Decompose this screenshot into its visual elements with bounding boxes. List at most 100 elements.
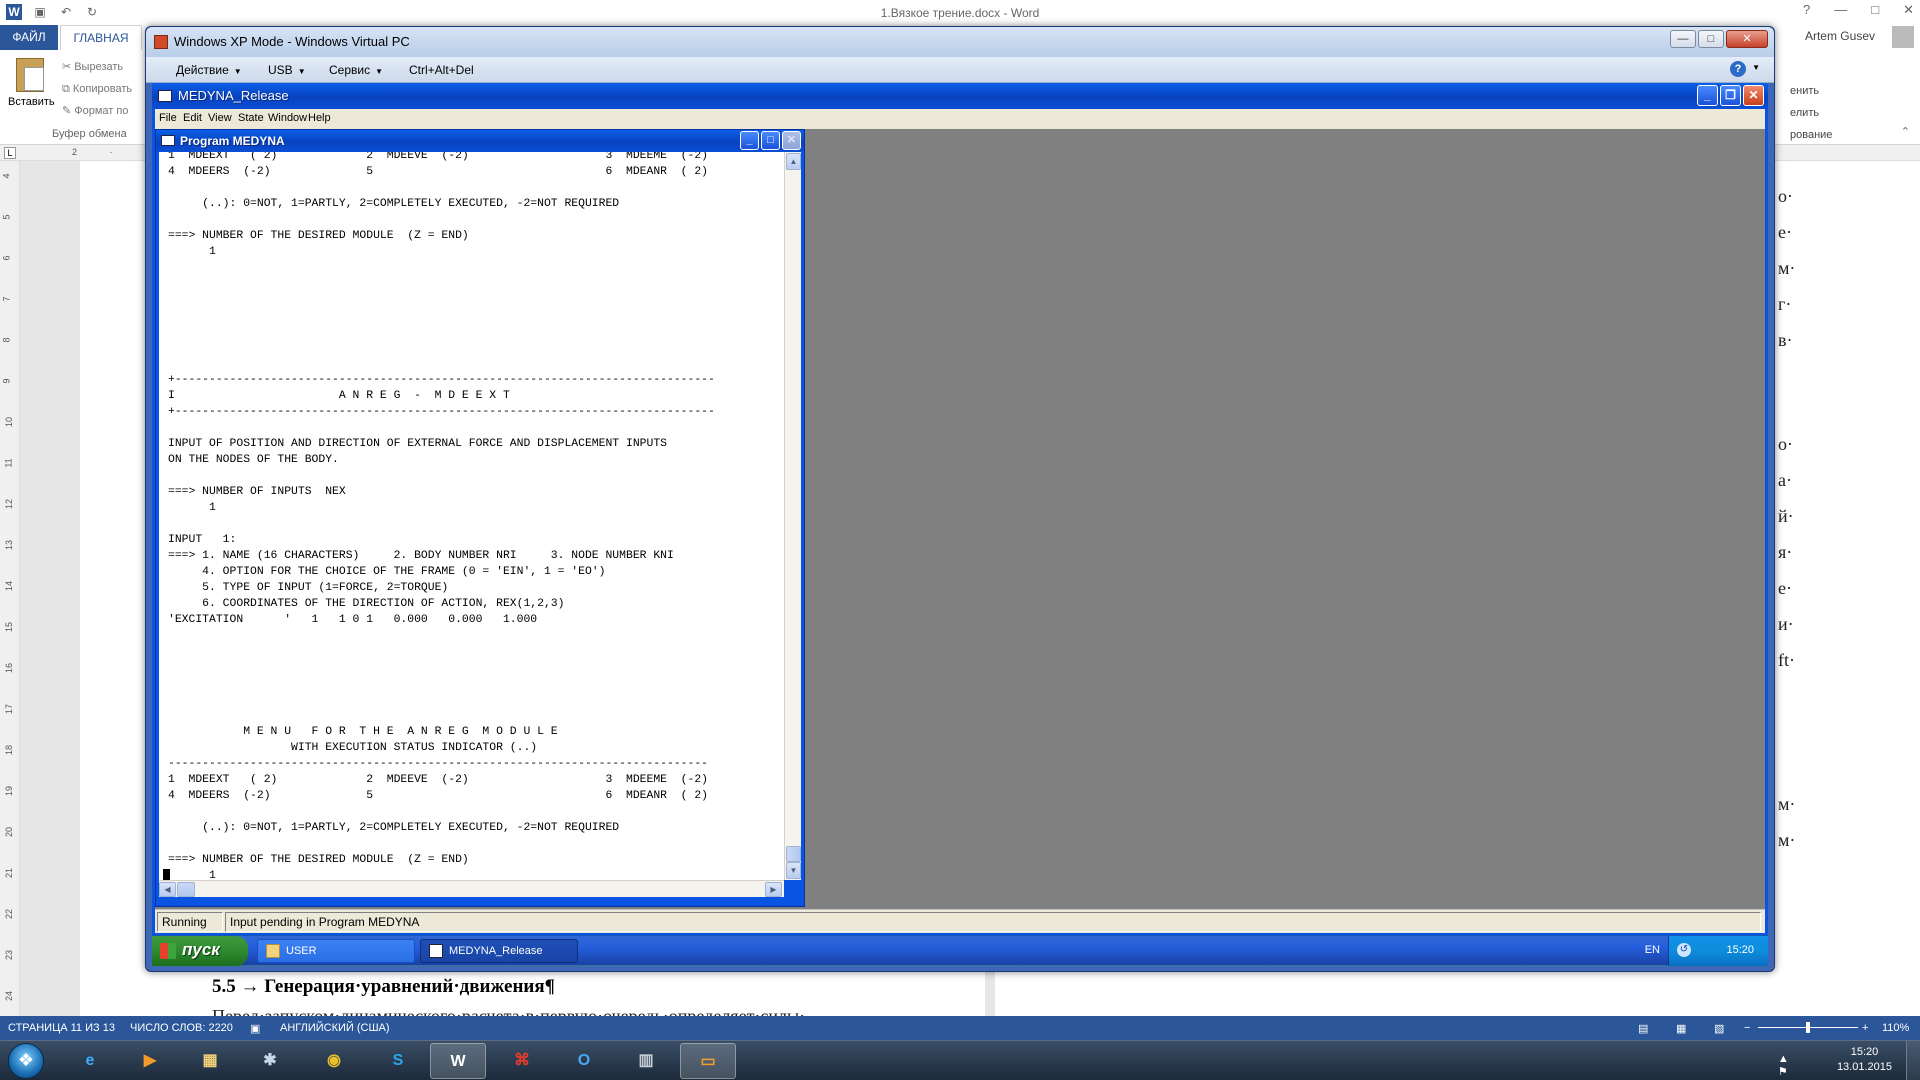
zoom-in-icon[interactable]: + [1862,1022,1868,1034]
maximize-button[interactable]: □ [1698,30,1724,48]
ie-icon[interactable]: e [62,1043,118,1079]
paste-button[interactable]: Вставить [8,58,55,108]
scroll-down-icon[interactable]: ▼ [786,862,801,879]
menu-view[interactable]: View [208,112,232,124]
zoom-out-icon[interactable]: − [1744,1022,1750,1034]
minimize-button[interactable]: _ [740,131,759,150]
web-layout-icon[interactable]: ▧ [1714,1022,1724,1035]
horizontal-scrollbar[interactable]: ◀ ▶ [159,880,784,897]
taskbar: ❖ e ▶ ▦ ✱ ◉ S W ⌘ O ▥ ▭ ▲ ⚑ ◀) 15:20 13.… [0,1040,1920,1080]
select-button[interactable]: елить [1790,102,1832,124]
word-titlebar: W ▣ ↶ ↻ 1.Вязкое трение.docx - Word ? — … [0,0,1920,25]
menu-ctrl-alt-del[interactable]: Ctrl+Alt+Del [409,63,474,77]
chrome-icon[interactable]: ◉ [306,1043,362,1079]
menu-action[interactable]: Действие ▼ [176,63,242,77]
zoom-level[interactable]: 110% [1882,1022,1909,1034]
avatar[interactable] [1892,26,1914,48]
cut-button[interactable]: ✂ Вырезать [62,56,135,78]
chevron-down-icon: ▼ [297,67,306,76]
menu-usb[interactable]: USB ▼ [268,63,306,77]
ruler-mark: 7 [1,296,12,302]
scroll-left-icon[interactable]: ◀ [159,882,176,897]
document-text-fragment: м· [1778,258,1796,278]
minimize-button[interactable]: _ [1697,85,1718,106]
language-indicator[interactable]: EN [1645,944,1660,956]
menu-window[interactable]: Window [268,112,307,124]
restore-button[interactable]: ❐ [1720,85,1741,106]
menu-help[interactable]: Help [308,112,331,124]
menu-edit[interactable]: Edit [183,112,202,124]
menu-state[interactable]: State [238,112,264,124]
guest-clock[interactable]: 15:20 [1726,944,1754,956]
account-name[interactable]: Artem Gusev [1805,29,1875,43]
vertical-scrollbar[interactable]: ▲ ▼ [784,152,801,880]
tab-home[interactable]: ГЛАВНАЯ [60,25,142,50]
help-icon[interactable]: ? [1803,2,1810,18]
taskbar-item-user[interactable]: USER [257,939,415,963]
integration-icon[interactable]: ↺ [1677,943,1691,957]
calculator-icon[interactable]: ▥ [618,1043,674,1079]
console-line: 1 [168,246,216,258]
console-line: (..): 0=NOT, 1=PARTLY, 2=COMPLETELY EXEC… [168,822,620,834]
virtual-pc-icon[interactable]: ▭ [680,1043,736,1079]
word-icon[interactable]: W [430,1043,486,1079]
clock[interactable]: 15:20 13.01.2015 [1837,1045,1892,1075]
media-player-icon[interactable]: ▶ [122,1043,178,1079]
tray-icons[interactable]: ▲ ⚑ ◀) [1778,1053,1810,1080]
close-icon[interactable]: ✕ [1903,2,1914,18]
zoom-slider-handle[interactable] [1806,1022,1810,1033]
word-count[interactable]: ЧИСЛО СЛОВ: 2220 [130,1022,233,1034]
scroll-up-icon[interactable]: ▲ [786,153,801,170]
acrobat-icon[interactable]: ⌘ [494,1043,550,1079]
medyna-titlebar[interactable]: MEDYNA_Release _ ❐ ✕ [152,83,1768,109]
close-button[interactable]: ✕ [782,131,801,150]
read-mode-icon[interactable]: ▤ [1638,1022,1648,1035]
format-painter-button[interactable]: ✎ Формат по [62,100,135,122]
tab-selector[interactable]: L [4,147,16,159]
scroll-thumb[interactable] [177,882,195,897]
game-icon[interactable]: ✱ [242,1043,298,1079]
tab-file[interactable]: ФАЙЛ [0,25,58,50]
vpc-window-controls: — □ ✕ [1670,30,1768,48]
maximize-button[interactable]: □ [761,131,780,150]
help-icon[interactable]: ? [1730,61,1746,77]
document-text-fragment: е· [1778,222,1792,242]
replace-button[interactable]: енить [1790,80,1832,102]
vpc-titlebar[interactable]: Windows XP Mode - Windows Virtual PC — □… [146,27,1774,57]
screen: W ▣ ↶ ↻ 1.Вязкое трение.docx - Word ? — … [0,0,1920,1080]
copy-button[interactable]: ⧉ Копировать [62,78,135,100]
page-count[interactable]: СТРАНИЦА 11 ИЗ 13 [8,1022,115,1034]
program-medyna-title: Program MEDYNA [180,134,285,148]
close-button[interactable]: ✕ [1726,30,1768,48]
collapse-ribbon-icon[interactable]: ⌃ [1901,125,1910,138]
minimize-icon[interactable]: — [1834,2,1847,18]
restore-icon[interactable]: □ [1871,2,1879,18]
language-indicator[interactable]: АНГЛИЙСКИЙ (США) [280,1022,390,1034]
mdi-client-area[interactable]: Program MEDYNA _ □ ✕ 1 MDEEXT ( 2) 2 MDE… [155,129,1765,911]
xp-start-button[interactable]: пуск [152,936,248,966]
scroll-thumb[interactable] [786,846,801,862]
console-output[interactable]: 1 MDEEXT ( 2) 2 MDEEVE (-2) 3 MDEEME (-2… [159,152,784,880]
explorer-icon[interactable]: ▦ [182,1043,238,1079]
scroll-right-icon[interactable]: ▶ [765,882,782,897]
console-line: ----------------------------------------… [168,758,709,770]
close-button[interactable]: ✕ [1743,85,1764,106]
menu-file[interactable]: File [159,112,177,124]
taskbar-item-medyna[interactable]: MEDYNA_Release [420,939,578,963]
show-desktop-button[interactable] [1906,1041,1920,1080]
chevron-down-icon[interactable]: ▼ [1752,63,1760,72]
start-button[interactable]: ❖ [8,1043,44,1079]
proofing-icon[interactable]: ▣ [250,1022,260,1035]
menu-tools[interactable]: Сервис ▼ [329,63,383,77]
skype-icon[interactable]: S [370,1043,426,1079]
program-medyna-titlebar[interactable]: Program MEDYNA _ □ ✕ [156,130,804,152]
ruler-mark: 8 [1,337,12,343]
taskbar-item-label: MEDYNA_Release [449,945,543,957]
print-layout-icon[interactable]: ▦ [1676,1022,1686,1035]
minimize-button[interactable]: — [1670,30,1696,48]
paste-label: Вставить [8,96,55,108]
vertical-ruler: 4 5 6 7 8 9 10 11 12 13 14 15 16 17 18 1… [0,161,20,1016]
document-text-fragment: о· [1778,186,1793,206]
outlook-icon[interactable]: O [556,1043,612,1079]
